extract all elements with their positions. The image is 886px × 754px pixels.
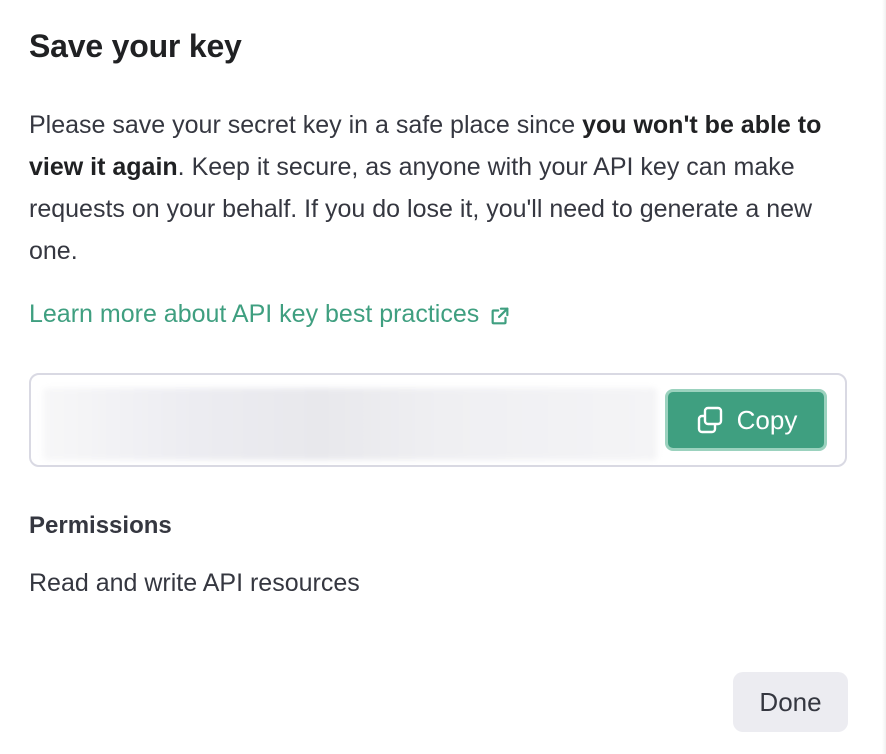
- secret-key-field[interactable]: [43, 388, 657, 460]
- permissions-heading: Permissions: [29, 512, 172, 539]
- description-text-start: Please save your secret key in a safe pl…: [29, 111, 583, 139]
- save-key-dialog: Save your key Please save your secret ke…: [0, 0, 886, 754]
- external-link-icon: [491, 307, 509, 324]
- learn-link-label: Learn more about API key best practices: [29, 300, 480, 328]
- copy-icon: [697, 406, 722, 434]
- api-key-best-practices-link[interactable]: Learn more about API key best practices: [29, 300, 511, 329]
- permissions-value: Read and write API resources: [29, 569, 360, 597]
- copy-button[interactable]: Copy: [665, 389, 827, 451]
- done-button[interactable]: Done: [733, 672, 848, 732]
- dialog-title: Save your key: [29, 28, 242, 64]
- secret-key-box: Copy: [29, 373, 847, 467]
- dialog-description: Please save your secret key in a safe pl…: [29, 104, 859, 272]
- copy-button-label: Copy: [736, 404, 798, 435]
- dialog-edge: [882, 0, 886, 754]
